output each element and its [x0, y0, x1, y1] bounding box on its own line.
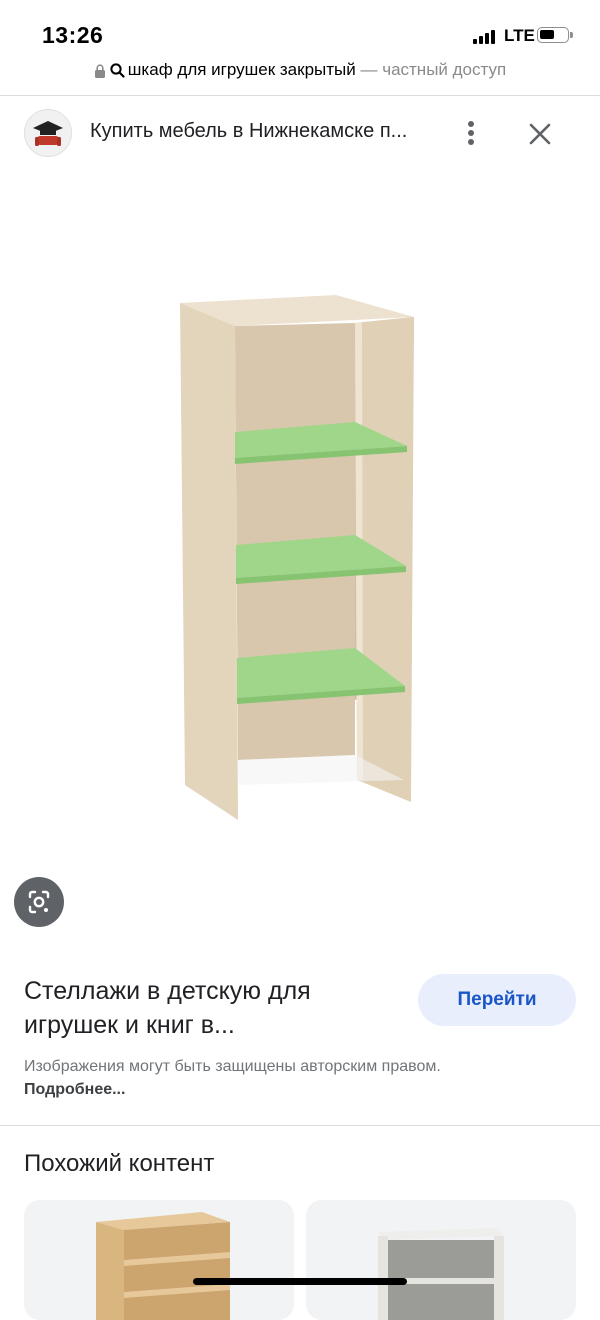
lens-button[interactable]: [14, 877, 64, 927]
close-icon[interactable]: [526, 120, 554, 148]
similar-thumbnail-2: [378, 1228, 504, 1320]
private-mode-label: — частный доступ: [355, 60, 507, 79]
copyright-text: Изображения могут быть защищены авторски…: [24, 1058, 441, 1075]
url-bar[interactable]: шкаф для игрушек закрытый — частный дост…: [0, 60, 600, 88]
similar-card-1[interactable]: [24, 1200, 294, 1320]
visit-button[interactable]: Перейти: [418, 974, 576, 1026]
battery-icon: [537, 27, 573, 43]
source-site-row: Купить мебель в Нижнекамске п...: [0, 104, 600, 164]
url-query: шкаф для игрушек закрытый: [127, 60, 356, 79]
shelf-left-panel: [180, 303, 238, 820]
status-bar: 13:26 LTE: [0, 0, 600, 62]
copyright-notice: Изображения могут быть защищены авторски…: [24, 1055, 544, 1101]
more-vert-icon[interactable]: [459, 118, 483, 148]
status-time: 13:26: [42, 22, 104, 48]
signal-icon: [473, 30, 497, 44]
search-icon: [110, 63, 125, 78]
similar-card-2[interactable]: [306, 1200, 576, 1320]
network-type: LTE: [504, 26, 535, 45]
lock-icon: [94, 63, 105, 78]
site-title[interactable]: Купить мебель в Нижнекамске п...: [90, 120, 407, 143]
learn-more-link[interactable]: Подробнее...: [24, 1081, 125, 1098]
section-divider: [0, 1125, 600, 1126]
home-indicator: [193, 1278, 407, 1285]
lens-icon: [28, 890, 50, 914]
product-image[interactable]: [0, 180, 600, 940]
similar-thumbnail-1: [96, 1212, 230, 1320]
result-title[interactable]: Стеллажи в детскую для игрушек и книг в.…: [24, 974, 384, 1042]
site-favicon: [24, 109, 72, 157]
top-divider: [0, 95, 600, 96]
similar-content-header: Похожий контент: [24, 1150, 215, 1177]
